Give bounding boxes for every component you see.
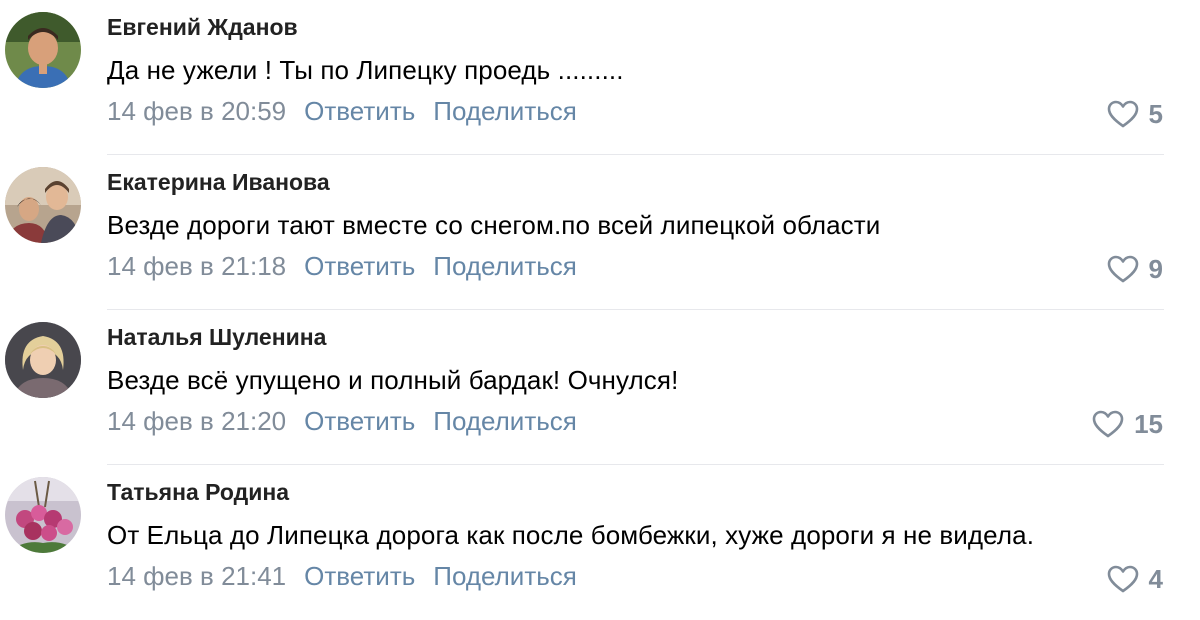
comment-meta: 14 фев в 21:41 Ответить Поделиться: [107, 561, 577, 592]
like-count: 15: [1134, 408, 1163, 439]
like-count: 4: [1148, 563, 1163, 594]
comment-item: Татьяна Родина От Ельца до Липецка дорог…: [0, 465, 1200, 620]
comment-item: Наталья Шуленина Везде всё упущено и пол…: [0, 310, 1200, 465]
comment-date[interactable]: 14 фев в 21:18: [107, 251, 286, 281]
share-button[interactable]: Поделиться: [433, 406, 577, 436]
like-count: 9: [1148, 253, 1163, 284]
comment-author[interactable]: Евгений Жданов: [107, 14, 298, 41]
heart-outline-icon: [1092, 410, 1124, 438]
comment-meta: 14 фев в 21:18 Ответить Поделиться: [107, 251, 577, 282]
comment-author[interactable]: Екатерина Иванова: [107, 169, 330, 196]
like-button[interactable]: 5: [1107, 96, 1163, 132]
like-button[interactable]: 15: [1092, 406, 1163, 442]
like-button[interactable]: 4: [1107, 561, 1163, 597]
heart-outline-icon: [1107, 255, 1139, 283]
share-button[interactable]: Поделиться: [433, 251, 577, 281]
like-button[interactable]: 9: [1107, 251, 1163, 287]
avatar[interactable]: [5, 477, 81, 553]
comment-date[interactable]: 14 фев в 20:59: [107, 96, 286, 126]
comment-author[interactable]: Наталья Шуленина: [107, 324, 326, 351]
avatar[interactable]: [5, 322, 81, 398]
reply-button[interactable]: Ответить: [304, 561, 415, 591]
comment-text: Везде дороги тают вместе со снегом.по вс…: [107, 210, 881, 240]
heart-outline-icon: [1107, 565, 1139, 593]
avatar[interactable]: [5, 12, 81, 88]
comment-text: Везде всё упущено и полный бардак! Очнул…: [107, 365, 679, 395]
heart-outline-icon: [1107, 100, 1139, 128]
comment-item: Евгений Жданов Да не ужели ! Ты по Липец…: [0, 0, 1200, 155]
comment-meta: 14 фев в 20:59 Ответить Поделиться: [107, 96, 577, 127]
reply-button[interactable]: Ответить: [304, 406, 415, 436]
comment-meta: 14 фев в 21:20 Ответить Поделиться: [107, 406, 577, 437]
comment-item: Екатерина Иванова Везде дороги тают вмес…: [0, 155, 1200, 310]
reply-button[interactable]: Ответить: [304, 96, 415, 126]
comment-date[interactable]: 14 фев в 21:20: [107, 406, 286, 436]
share-button[interactable]: Поделиться: [433, 561, 577, 591]
reply-button[interactable]: Ответить: [304, 251, 415, 281]
comment-date[interactable]: 14 фев в 21:41: [107, 561, 286, 591]
comment-text: От Ельца до Липецка дорога как после бом…: [107, 520, 1035, 550]
avatar[interactable]: [5, 167, 81, 243]
share-button[interactable]: Поделиться: [433, 96, 577, 126]
like-count: 5: [1148, 98, 1163, 129]
comment-text: Да не ужели ! Ты по Липецку проедь .....…: [107, 55, 624, 85]
comment-author[interactable]: Татьяна Родина: [107, 479, 289, 506]
